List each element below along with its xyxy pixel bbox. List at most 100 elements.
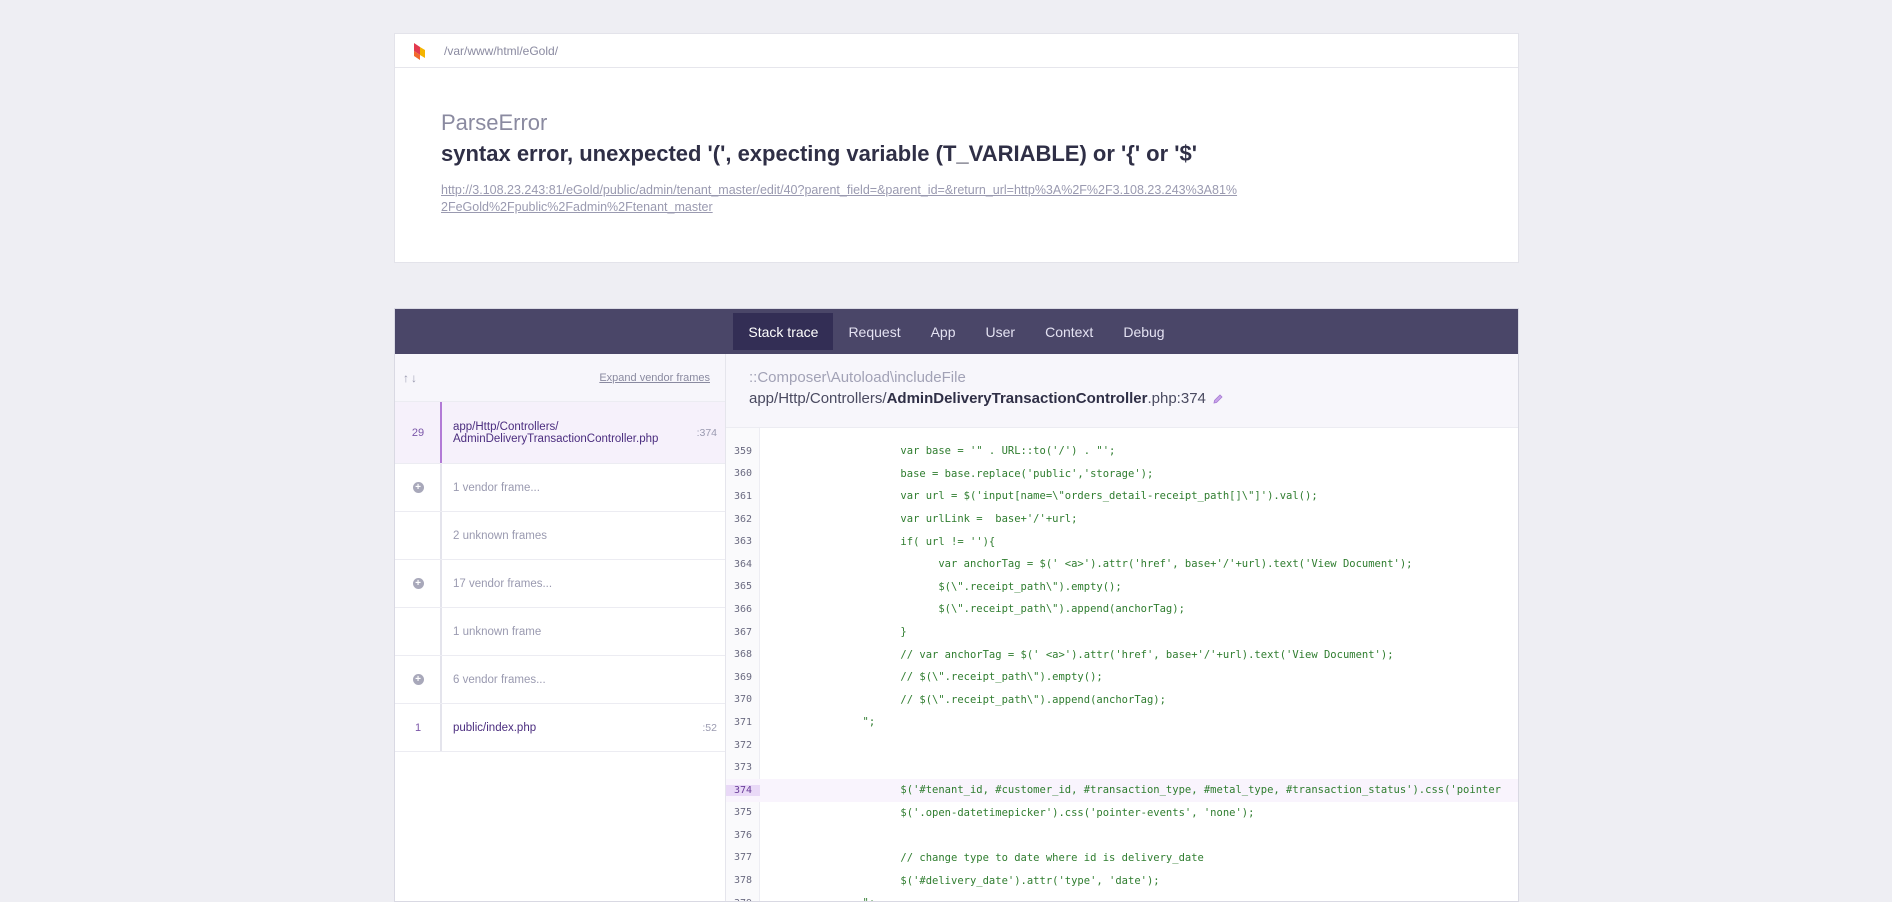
tab-user[interactable]: User (971, 313, 1031, 350)
line-code: // $(\".receipt_path\").empty(); (774, 671, 1103, 684)
frame-divider (440, 656, 442, 703)
frame-text: 17 vendor frames... (441, 578, 725, 590)
line-code: var base = '" . URL::to('/') . "'; (774, 445, 1116, 458)
frame-row[interactable]: +1 vendor frame... (395, 464, 725, 512)
line-number[interactable]: 373 (726, 762, 760, 773)
frame-text-line: 1 unknown frame (453, 625, 542, 638)
line-number[interactable]: 364 (726, 559, 760, 570)
code-header: ::Composer\Autoload\includeFile app/Http… (726, 354, 1518, 428)
line-code: var anchorTag = $(' <a>').attr('href', b… (774, 558, 1413, 571)
line-number[interactable]: 370 (726, 694, 760, 705)
expand-vendor-frames-button[interactable]: Expand vendor frames (599, 372, 710, 384)
code-line: 361 var url = $('input[name=\"orders_det… (726, 485, 1518, 508)
frame-row[interactable]: 29 app/Http/Controllers/AdminDeliveryTran… (395, 402, 725, 464)
line-number[interactable]: 369 (726, 672, 760, 683)
frame-line-number: :374 (696, 426, 717, 439)
frames-toolbar: ↑↓ Expand vendor frames (395, 354, 725, 402)
stack-panel: Stack trace Request App User Context Debug ↑↓… (394, 308, 1519, 902)
line-number[interactable]: 359 (726, 446, 760, 457)
frame-text: app/Http/Controllers/AdminDeliveryTransa… (441, 421, 697, 445)
line-number[interactable]: 372 (726, 740, 760, 751)
line-number[interactable]: 379 (726, 898, 760, 901)
request-url-link[interactable]: http://3.108.23.243:81/eGold/public/admi… (441, 182, 1241, 216)
frame-row[interactable]: 2 unknown frames (395, 512, 725, 560)
frame-icon-slot: + (395, 578, 441, 589)
code-line: 371 "; (726, 711, 1518, 734)
code-line: 370 // $(\".receipt_path\").append(ancho… (726, 689, 1518, 712)
frame-file: app/Http/Controllers/AdminDeliveryTransa… (749, 390, 1518, 407)
file-name: AdminDeliveryTransactionController (886, 390, 1148, 407)
frame-text-line: 1 vendor frame... (453, 481, 540, 494)
frame-text-line: public/index.php (453, 721, 537, 734)
frame-navigation-arrows-icon[interactable]: ↑↓ (403, 371, 419, 385)
line-code: $('.open-datetimepicker').css('pointer-e… (774, 806, 1255, 819)
line-number[interactable]: 361 (726, 491, 760, 502)
highlighted-code-line: 374 $('#tenant_id, #customer_id, #transa… (726, 778, 1518, 802)
tab-context[interactable]: Context (1030, 313, 1108, 350)
code-line: 377 // change type to date where id is d… (726, 847, 1518, 870)
code-viewer: ::Composer\Autoload\includeFile app/Http… (726, 354, 1518, 901)
tab-app[interactable]: App (916, 313, 971, 350)
expand-plus-icon[interactable]: + (412, 674, 424, 685)
line-number[interactable]: 360 (726, 468, 760, 479)
line-number[interactable]: 368 (726, 649, 760, 660)
frame-row[interactable]: 1 public/index.php :52 (395, 704, 725, 752)
frame-line-number: :52 (702, 721, 717, 734)
line-code: "; (760, 897, 876, 901)
exception-message: syntax error, unexpected '(', expecting … (441, 141, 1197, 166)
line-number[interactable]: 366 (726, 604, 760, 615)
code-line: 359 var base = '" . URL::to('/') . "'; (726, 440, 1518, 463)
line-number[interactable]: 375 (726, 807, 760, 818)
frame-divider (440, 560, 442, 607)
project-path: /var/www/html/eGold/ (444, 43, 559, 58)
line-number[interactable]: 378 (726, 875, 760, 886)
code-line: 372 (726, 734, 1518, 757)
line-number[interactable]: 374 (726, 784, 760, 796)
pencil-icon[interactable] (1212, 393, 1224, 405)
line-number[interactable]: 362 (726, 514, 760, 525)
code-line: 365 $(\".receipt_path\").empty(); (726, 576, 1518, 599)
code-line: 366 $(\".receipt_path\").append(anchorTa… (726, 598, 1518, 621)
frame-text: 2 unknown frames (441, 530, 725, 542)
line-code: var url = $('input[name=\"orders_detail-… (774, 490, 1318, 503)
ignition-logo-icon (414, 42, 425, 60)
line-number[interactable]: 365 (726, 581, 760, 592)
line-number[interactable]: 377 (726, 852, 760, 863)
tab-debug[interactable]: Debug (1108, 313, 1179, 350)
tab-stack-trace[interactable]: Stack trace (733, 313, 834, 350)
error-block: ParseError syntax error, unexpected '(',… (395, 68, 1518, 216)
frame-row[interactable]: +6 vendor frames... (395, 656, 725, 704)
frames-container: 29 app/Http/Controllers/AdminDeliveryTran… (395, 402, 725, 752)
line-number[interactable]: 367 (726, 627, 760, 638)
code-line: 376 (726, 824, 1518, 847)
code-line: 363 if( url != ''){ (726, 530, 1518, 553)
frame-text-line: 17 vendor frames... (453, 577, 553, 590)
frame-icon-slot: + (395, 674, 441, 685)
line-code: if( url != ''){ (774, 535, 996, 548)
expand-plus-icon[interactable]: + (412, 578, 424, 589)
line-code: } (774, 626, 907, 639)
frame-text-line: AdminDeliveryTransactionController.php (453, 432, 659, 445)
code-line: 379 "; (726, 892, 1518, 901)
code-line: 364 var anchorTag = $(' <a>').attr('href… (726, 553, 1518, 576)
line-code: base = base.replace('public','storage'); (774, 467, 1154, 480)
frame-row[interactable]: +17 vendor frames... (395, 560, 725, 608)
line-code: $('#delivery_date').attr('type', 'date')… (774, 874, 1160, 887)
frame-divider (440, 608, 442, 655)
line-number[interactable]: 376 (726, 830, 760, 841)
frame-number: 1 (414, 721, 422, 734)
line-number[interactable]: 371 (726, 717, 760, 728)
expand-plus-icon[interactable]: + (412, 482, 424, 493)
tab-request[interactable]: Request (833, 313, 915, 350)
frame-class: ::Composer\Autoload\includeFile (749, 369, 966, 386)
code-line: 373 (726, 756, 1518, 779)
line-code: $(\".receipt_path\").empty(); (774, 580, 1122, 593)
line-code: // var anchorTag = $(' <a>').attr('href'… (774, 648, 1394, 661)
line-number[interactable]: 363 (726, 536, 760, 547)
line-code: var urlLink = base+'/'+url; (774, 513, 1078, 526)
line-code: $('#tenant_id, #customer_id, #transactio… (774, 784, 1501, 797)
line-code: "; (774, 716, 876, 729)
frame-text: 6 vendor frames... (441, 674, 725, 686)
frame-text: public/index.php (441, 722, 702, 734)
frame-row[interactable]: 1 unknown frame (395, 608, 725, 656)
